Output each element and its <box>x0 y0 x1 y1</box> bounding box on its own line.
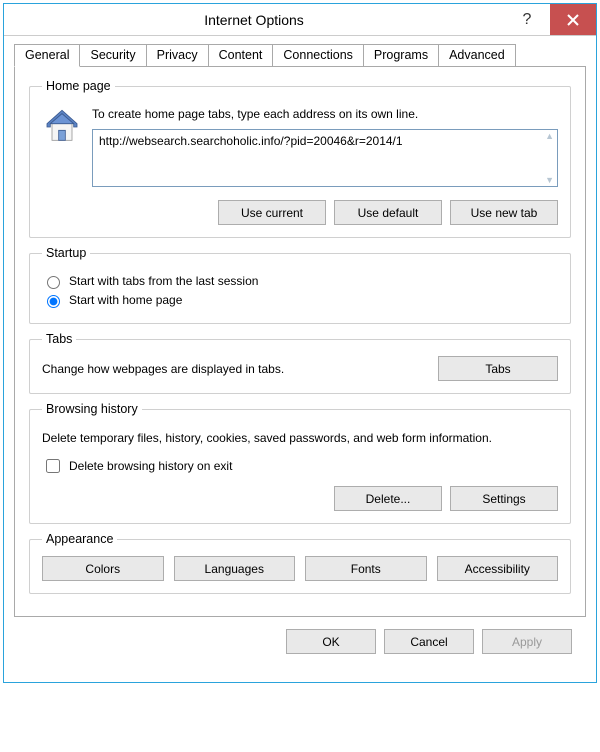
tabs-button[interactable]: Tabs <box>438 356 558 381</box>
tab-privacy[interactable]: Privacy <box>146 44 209 66</box>
group-startup: Startup Start with tabs from the last se… <box>29 246 571 324</box>
group-tabs: Tabs Change how webpages are displayed i… <box>29 332 571 394</box>
tabs-description: Change how webpages are displayed in tab… <box>42 362 284 376</box>
radio-home-page[interactable] <box>47 295 60 308</box>
settings-button[interactable]: Settings <box>450 486 558 511</box>
fonts-button[interactable]: Fonts <box>305 556 427 581</box>
group-homepage-legend: Home page <box>42 79 115 93</box>
cancel-button[interactable]: Cancel <box>384 629 474 654</box>
tab-advanced[interactable]: Advanced <box>438 44 516 66</box>
radio-home-page-label: Start with home page <box>69 293 182 307</box>
help-icon[interactable]: ? <box>504 4 550 35</box>
tab-panel-general: Home page To create home page tabs, type… <box>14 67 586 617</box>
group-startup-legend: Startup <box>42 246 90 260</box>
tab-content[interactable]: Content <box>208 44 274 66</box>
tab-strip: General Security Privacy Content Connect… <box>14 44 586 67</box>
history-description: Delete temporary files, history, cookies… <box>42 430 558 446</box>
homepage-instruction: To create home page tabs, type each addr… <box>92 107 558 121</box>
colors-button[interactable]: Colors <box>42 556 164 581</box>
accessibility-button[interactable]: Accessibility <box>437 556 559 581</box>
apply-button[interactable]: Apply <box>482 629 572 654</box>
delete-button[interactable]: Delete... <box>334 486 442 511</box>
tab-connections[interactable]: Connections <box>272 44 364 66</box>
group-homepage: Home page To create home page tabs, type… <box>29 79 571 238</box>
tab-programs[interactable]: Programs <box>363 44 439 66</box>
dialog-footer: OK Cancel Apply <box>14 617 586 668</box>
tab-security[interactable]: Security <box>79 44 146 66</box>
use-default-button[interactable]: Use default <box>334 200 442 225</box>
use-current-button[interactable]: Use current <box>218 200 326 225</box>
group-appearance: Appearance Colors Languages Fonts Access… <box>29 532 571 594</box>
radio-last-session[interactable] <box>47 276 60 289</box>
ok-button[interactable]: OK <box>286 629 376 654</box>
delete-on-exit-checkbox[interactable] <box>46 459 60 473</box>
titlebar: Internet Options ? <box>4 4 596 36</box>
close-icon[interactable] <box>550 4 596 35</box>
group-tabs-legend: Tabs <box>42 332 76 346</box>
home-icon <box>42 107 82 147</box>
group-history-legend: Browsing history <box>42 402 142 416</box>
delete-on-exit-label: Delete browsing history on exit <box>69 459 232 473</box>
group-appearance-legend: Appearance <box>42 532 117 546</box>
radio-last-session-label: Start with tabs from the last session <box>69 274 258 288</box>
window-title: Internet Options <box>4 12 504 28</box>
dialog-window: Internet Options ? General Security Priv… <box>3 3 597 683</box>
use-newtab-button[interactable]: Use new tab <box>450 200 558 225</box>
languages-button[interactable]: Languages <box>174 556 296 581</box>
homepage-input[interactable] <box>92 129 558 187</box>
tab-general[interactable]: General <box>14 44 80 67</box>
group-history: Browsing history Delete temporary files,… <box>29 402 571 524</box>
